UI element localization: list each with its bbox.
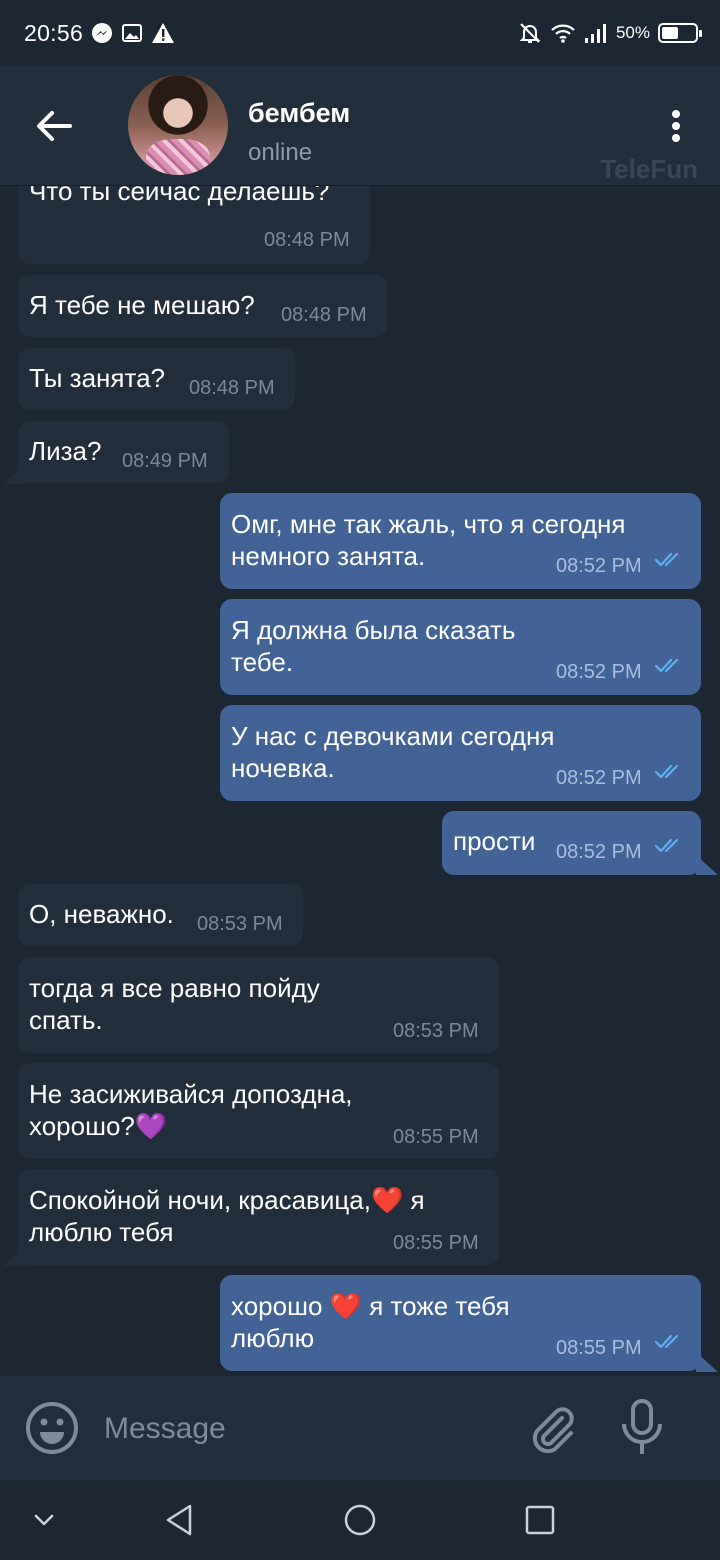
contact-status: online (248, 139, 313, 166)
double-check-icon (654, 552, 679, 567)
message-text: люблю (231, 1323, 315, 1353)
message-text: тогда я все равно пойду (29, 973, 320, 1003)
circle-home-icon (344, 1504, 376, 1536)
battery-percent: 50% (615, 23, 650, 42)
bell-off-icon (519, 23, 541, 43)
message-text: Я тебе не мешаю? (29, 290, 255, 320)
message-outgoing[interactable]: У нас с девочками сегодня ночевка. 08:52… (220, 705, 701, 801)
message-text: ночевка. (231, 753, 335, 783)
menu-dot (672, 110, 680, 118)
message-text: Не засиживайся допоздна, (29, 1079, 353, 1109)
message-incoming[interactable]: Ты занята? 08:48 PM (18, 348, 295, 410)
nav-back-button[interactable] (160, 1500, 200, 1540)
voice-message-button[interactable] (616, 1398, 668, 1458)
status-left: 20:56 (24, 20, 175, 47)
message-text: Что ты сейчас делаешь? (29, 186, 330, 206)
nav-recents-button[interactable] (520, 1500, 560, 1540)
more-options-button[interactable] (660, 106, 692, 146)
double-check-icon (654, 1334, 679, 1349)
message-incoming[interactable]: Что ты сейчас делаешь? 08:48 PM (18, 186, 370, 264)
message-text: У нас с девочками сегодня (231, 721, 555, 751)
avatar[interactable] (128, 75, 228, 175)
system-nav-bar (0, 1480, 720, 1560)
microphone-icon (622, 1399, 662, 1454)
message-time: 08:52 PM (556, 661, 642, 683)
chat-header: бембем online TeleFun (0, 66, 720, 186)
message-time: 08:55 PM (393, 1232, 479, 1254)
message-incoming[interactable]: Не засиживайся допоздна, хорошо?💜 08:55 … (18, 1063, 499, 1159)
status-right: 50% (518, 21, 702, 45)
message-text: Я должна была сказать (231, 615, 516, 645)
message-time: 08:55 PM (556, 1337, 642, 1359)
message-text: Ты занята? (29, 363, 166, 393)
message-time: 08:52 PM (556, 555, 642, 577)
double-check-icon (654, 764, 679, 779)
message-time: 08:49 PM (122, 450, 208, 472)
message-time: 08:53 PM (393, 1020, 479, 1042)
message-incoming[interactable]: тогда я все равно пойду спать. 08:53 PM (18, 957, 499, 1053)
message-text: тебе. (231, 647, 294, 677)
battery-fill (662, 27, 678, 39)
message-text: О, неважно. (29, 899, 174, 929)
message-time: 08:48 PM (264, 229, 350, 251)
message-list[interactable]: Что ты сейчас делаешь? 08:48 PM Я тебе н… (0, 186, 720, 1376)
composer (0, 1376, 720, 1480)
arrow-left-icon (37, 111, 72, 141)
message-outgoing[interactable]: хорошо ❤️ я тоже тебя люблю 08:55 PM (220, 1275, 701, 1371)
message-time: 08:52 PM (556, 841, 642, 863)
avatar-dress (146, 139, 210, 175)
smiley-icon (26, 1402, 78, 1454)
warning-icon (152, 23, 175, 43)
nav-home-button[interactable] (340, 1500, 380, 1540)
message-text: спать. (29, 1005, 103, 1035)
menu-dot (672, 122, 680, 130)
emoji-button[interactable] (24, 1400, 80, 1456)
message-incoming[interactable]: О, неважно. 08:53 PM (18, 884, 303, 946)
double-check-icon (654, 838, 679, 853)
battery-icon (658, 23, 702, 43)
message-text: Спокойной ночи, красавица,❤️ я (29, 1185, 425, 1215)
message-incoming[interactable]: Спокойной ночи, красавица,❤️ я люблю теб… (18, 1169, 499, 1265)
message-incoming[interactable]: Я тебе не мешаю? 08:48 PM (18, 275, 387, 337)
message-time: 08:52 PM (556, 767, 642, 789)
message-incoming[interactable]: Лиза? 08:49 PM (18, 421, 229, 483)
attach-button[interactable] (524, 1400, 580, 1456)
triangle-back-icon (166, 1504, 192, 1536)
status-time: 20:56 (24, 19, 84, 46)
square-recents-icon (525, 1505, 555, 1535)
wifi-icon (551, 24, 575, 43)
message-text: хорошо?💜 (29, 1111, 168, 1141)
message-time: 08:53 PM (197, 913, 283, 935)
message-outgoing[interactable]: Я должна была сказать тебе. 08:52 PM (220, 599, 701, 695)
message-input[interactable] (104, 1406, 504, 1452)
contact-name[interactable]: бембем (248, 98, 350, 129)
message-time: 08:55 PM (393, 1126, 479, 1148)
message-text: хорошо ❤️ я тоже тебя (231, 1291, 510, 1321)
menu-dot (672, 134, 680, 142)
message-outgoing[interactable]: Омг, мне так жаль, что я сегодня немного… (220, 493, 701, 589)
image-notification-icon (122, 24, 143, 42)
message-text: Лиза? (29, 436, 102, 466)
message-time: 08:48 PM (281, 304, 367, 326)
message-text: немного занята. (231, 541, 426, 571)
back-button[interactable] (30, 102, 78, 150)
message-time: 08:48 PM (189, 377, 275, 399)
signal-icon (584, 24, 606, 43)
double-check-icon (654, 658, 679, 673)
nav-hide-keyboard-button[interactable] (24, 1500, 64, 1540)
watermark: TeleFun (600, 154, 698, 184)
message-outgoing[interactable]: прости 08:52 PM (442, 811, 701, 875)
paperclip-icon (532, 1407, 574, 1454)
message-text: Омг, мне так жаль, что я сегодня (231, 509, 626, 539)
chevron-down-icon (34, 1514, 54, 1526)
messenger-notification-icon (92, 23, 113, 43)
status-bar: 20:56 50% (0, 0, 720, 66)
message-text: прости (453, 826, 536, 856)
message-text: люблю тебя (29, 1217, 174, 1247)
